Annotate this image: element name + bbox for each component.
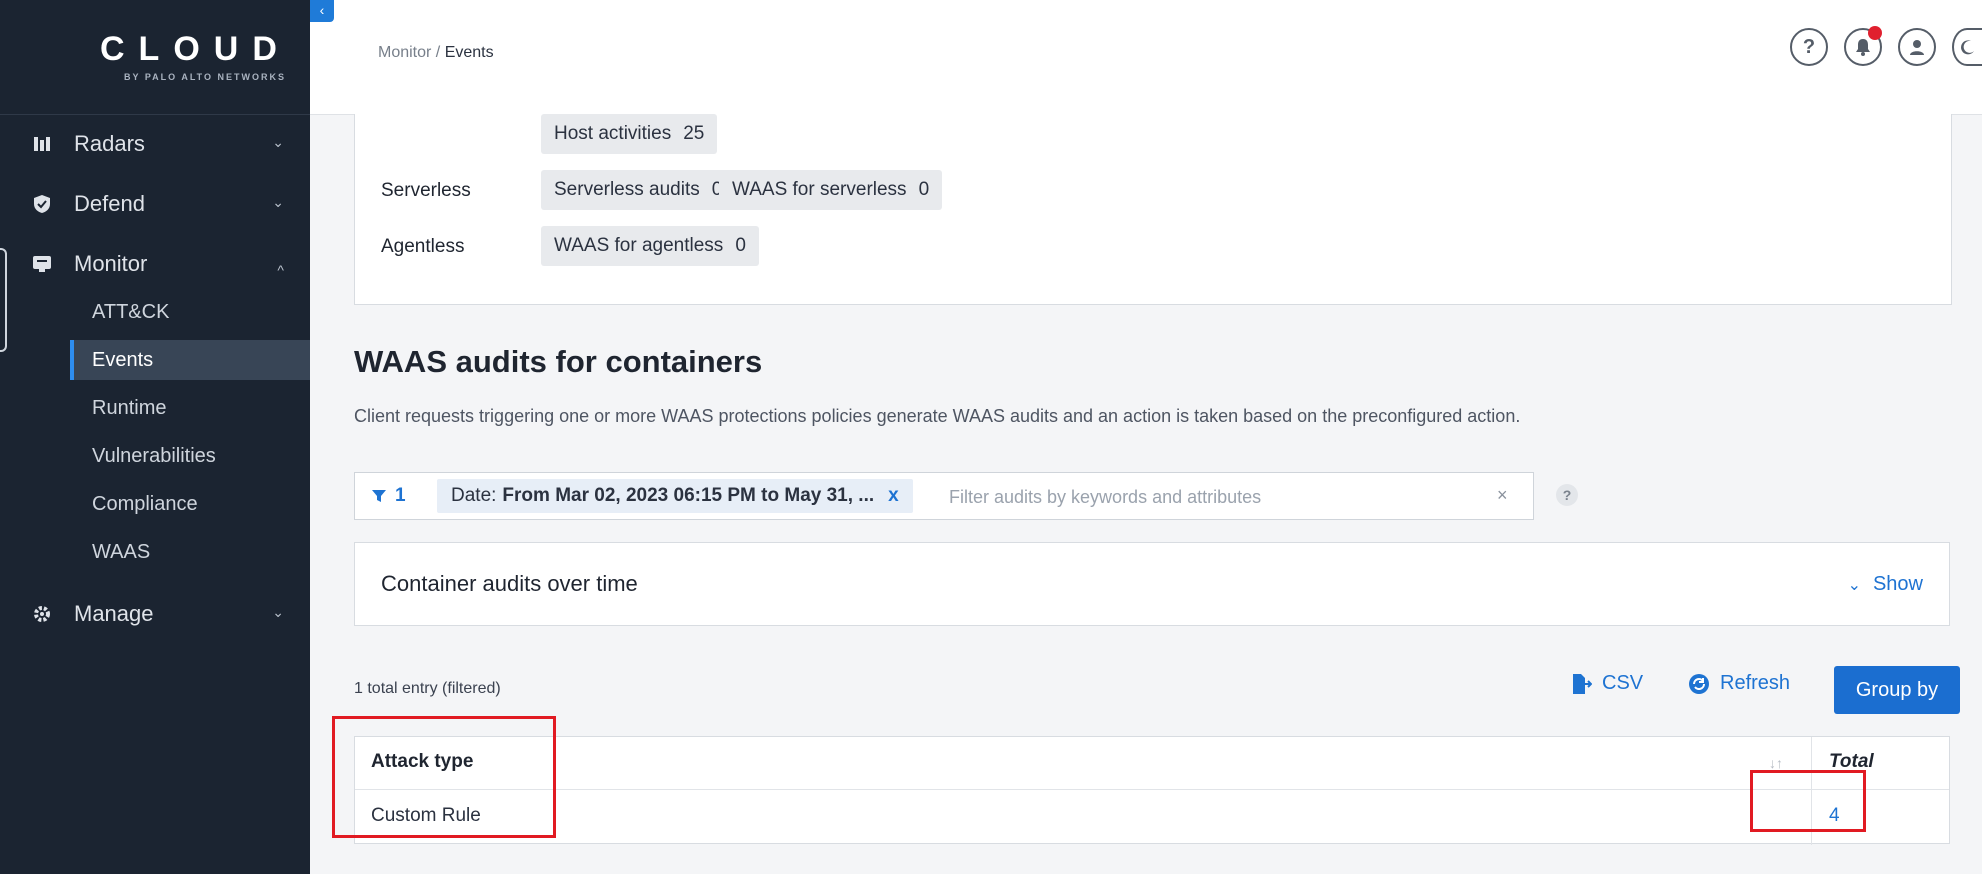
- section-title: WAAS audits for containers: [354, 344, 763, 379]
- remove-filter-icon[interactable]: x: [888, 485, 899, 507]
- chip-count: 0: [735, 235, 746, 256]
- refresh-label: Refresh: [1720, 672, 1791, 694]
- logo-subtitle: BY PALO ALTO NETWORKS: [124, 72, 287, 82]
- chart-panel-title: Container audits over time: [381, 571, 638, 596]
- highlight-box-total: [1750, 770, 1866, 832]
- chevron-down-icon: ⌄: [272, 604, 284, 620]
- breadcrumb-parent[interactable]: Monitor: [378, 44, 431, 61]
- filter-search-input[interactable]: [947, 479, 1471, 515]
- sidebar-item-defend[interactable]: Defend ⌄: [0, 182, 310, 226]
- top-header: Monitor / Events ?: [310, 0, 1982, 115]
- chevron-up-icon: ^: [277, 262, 284, 278]
- radars-icon: [28, 135, 56, 153]
- notification-icon[interactable]: [1844, 26, 1882, 66]
- chip-serverless-audits[interactable]: Serverless audits 0: [541, 170, 736, 210]
- show-label: Show: [1872, 573, 1923, 595]
- user-icon[interactable]: [1898, 28, 1936, 66]
- help-icon[interactable]: ?: [1790, 28, 1828, 66]
- section-description: Client requests triggering one or more W…: [354, 406, 1521, 426]
- shield-icon: [28, 194, 56, 214]
- csv-label: CSV: [1602, 672, 1644, 694]
- chevron-down-icon: ⌄: [1847, 576, 1861, 594]
- attack-type-table: Attack type ↓↑ Total Custom Rule 4: [354, 736, 1950, 845]
- chip-label: WAAS for agentless: [554, 235, 724, 256]
- clear-filter-icon[interactable]: ×: [1497, 485, 1508, 506]
- sidebar-item-label: Radars: [74, 131, 145, 156]
- sidebar-subitem-attack[interactable]: ATT&CK: [70, 292, 310, 332]
- chip-count: 0: [918, 179, 930, 200]
- sidebar-subitem-label: Events: [92, 348, 154, 371]
- sidebar-subitem-events[interactable]: Events: [70, 340, 310, 380]
- sidebar-subitem-waas[interactable]: WAAS: [70, 532, 310, 572]
- total-entries-text: 1 total entry (filtered): [354, 680, 501, 697]
- sidebar-item-radars[interactable]: Radars ⌄: [0, 122, 310, 166]
- table-header-row: Attack type ↓↑ Total: [355, 737, 1949, 790]
- logo-text: CLOUD: [100, 30, 291, 68]
- sidebar-subitem-label: ATT&CK: [92, 300, 170, 323]
- chip-count: 25: [683, 123, 705, 144]
- theme-icon[interactable]: [1952, 28, 1982, 66]
- chip-label: WAAS for serverless: [732, 179, 907, 200]
- show-chart-toggle[interactable]: ⌄ Show: [1848, 573, 1923, 596]
- date-filter-chip[interactable]: Date: From Mar 02, 2023 06:15 PM to May …: [437, 479, 913, 513]
- monitor-icon: [28, 255, 56, 273]
- sidebar-item-label: Defend: [74, 191, 145, 216]
- filter-help-icon[interactable]: ?: [1556, 484, 1578, 506]
- sidebar-item-label: Manage: [74, 601, 154, 626]
- filter-bar: 1 Date: From Mar 02, 2023 06:15 PM to Ma…: [354, 472, 1534, 520]
- csv-export-icon: [1573, 673, 1592, 694]
- chip-label: Host activities: [554, 123, 672, 144]
- sidebar-item-label: Monitor: [74, 251, 148, 276]
- header-icons: ?: [1790, 26, 1982, 66]
- sidebar-subitem-label: WAAS: [92, 540, 151, 563]
- filter-count: 1: [395, 485, 406, 506]
- chevron-down-icon: ⌄: [272, 134, 284, 150]
- container-audits-chart-panel: Container audits over time ⌄ Show: [354, 542, 1950, 626]
- chevron-down-icon: ⌄: [272, 194, 284, 210]
- collapse-sidebar-button[interactable]: ‹: [310, 0, 334, 22]
- chip-host-activities[interactable]: Host activities 25: [541, 114, 718, 154]
- refresh-button[interactable]: Refresh: [1688, 672, 1790, 695]
- filter-count-toggle[interactable]: 1: [371, 485, 406, 507]
- chip-label: Serverless audits: [554, 179, 700, 200]
- row-label-agentless: Agentless: [381, 236, 465, 257]
- gear-icon: [28, 605, 56, 623]
- chip-waas-agentless[interactable]: WAAS for agentless 0: [541, 226, 759, 266]
- filter-chip-prefix: Date:: [451, 485, 497, 506]
- refresh-icon: [1689, 673, 1709, 694]
- breadcrumb-separator: /: [431, 44, 445, 61]
- breadcrumb-current: Events: [444, 44, 494, 61]
- audit-summary-panel: Host activities 25 Serverless Serverless …: [354, 114, 1952, 305]
- sidebar-subitem-vulnerabilities[interactable]: Vulnerabilities: [70, 436, 310, 476]
- sidebar: CLOUD BY PALO ALTO NETWORKS Radars ⌄ Def…: [0, 0, 310, 874]
- filter-icon: [372, 490, 386, 502]
- filter-chip-value: From Mar 02, 2023 06:15 PM to May 31, ..…: [502, 485, 875, 506]
- breadcrumb: Monitor / Events: [378, 44, 494, 62]
- notification-dot: [1868, 26, 1882, 40]
- sidebar-subitem-label: Runtime: [92, 396, 167, 419]
- logo[interactable]: CLOUD BY PALO ALTO NETWORKS: [0, 0, 310, 115]
- sidebar-subitem-runtime[interactable]: Runtime: [70, 388, 310, 428]
- sidebar-subitem-label: Vulnerabilities: [92, 444, 216, 467]
- sidebar-subitem-compliance[interactable]: Compliance: [70, 484, 310, 524]
- sort-icon[interactable]: ↓↑: [1769, 755, 1783, 771]
- sidebar-item-monitor[interactable]: Monitor ^: [0, 242, 310, 286]
- group-by-button[interactable]: Group by: [1834, 666, 1960, 714]
- chip-waas-serverless[interactable]: WAAS for serverless 0: [719, 170, 943, 210]
- csv-export-button[interactable]: CSV: [1570, 672, 1643, 695]
- sidebar-item-manage[interactable]: Manage ⌄: [0, 592, 310, 636]
- row-label-serverless: Serverless: [381, 180, 471, 201]
- highlight-box-attack-type: [332, 716, 556, 838]
- sidebar-subitem-label: Compliance: [92, 492, 198, 515]
